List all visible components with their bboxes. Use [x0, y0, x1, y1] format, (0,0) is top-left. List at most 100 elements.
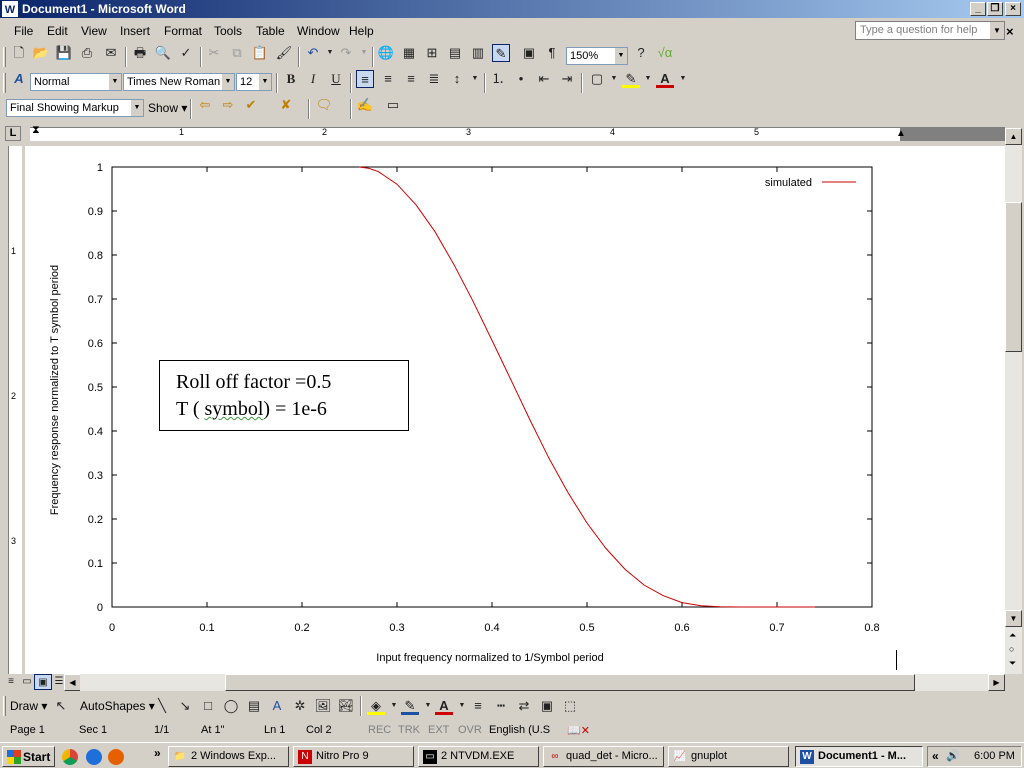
- hyperlink-icon[interactable]: 🌐: [377, 44, 395, 62]
- reject-change-icon[interactable]: ✘: [277, 96, 295, 114]
- chevron-down-icon[interactable]: ▼: [466, 70, 484, 88]
- permission-icon[interactable]: ⎙: [78, 44, 96, 62]
- styles-icon[interactable]: A: [10, 70, 28, 88]
- chrome-icon[interactable]: [62, 749, 78, 765]
- decrease-indent-icon[interactable]: ⇤: [535, 70, 553, 88]
- line-color-icon[interactable]: ✎: [401, 697, 419, 715]
- drawing-icon[interactable]: ✎: [492, 44, 510, 62]
- status-ext[interactable]: EXT: [428, 724, 449, 736]
- chevron-down-icon[interactable]: ▼: [615, 48, 627, 64]
- scroll-left-button[interactable]: ◀: [64, 674, 81, 691]
- chevron-down-icon[interactable]: ▼: [674, 70, 692, 88]
- vertical-ruler-bar[interactable]: [8, 146, 22, 674]
- toolbar-grip[interactable]: [3, 696, 6, 716]
- equation-icon[interactable]: √α: [656, 44, 674, 62]
- reviewing-pane-icon[interactable]: ▭: [384, 96, 402, 114]
- task-ntvdm[interactable]: ▭ 2 NTVDM.EXE: [418, 746, 539, 767]
- document-page[interactable]: 0 0.1 0.2 0.3 0.4 0.5 0.6 0.7 0.8 0 0.1 0.2 0.3 0.4 0.…: [25, 146, 1005, 674]
- insert-table-icon[interactable]: ⊞: [423, 44, 441, 62]
- chevron-down-icon[interactable]: ▼: [222, 74, 234, 90]
- menu-tools[interactable]: Tools: [214, 24, 242, 38]
- oval-icon[interactable]: ◯: [222, 697, 240, 715]
- browse-object-icon[interactable]: ○: [1009, 644, 1014, 654]
- bullets-icon[interactable]: •: [512, 70, 530, 88]
- font-color-icon[interactable]: A: [435, 697, 453, 715]
- chevron-down-icon[interactable]: ▼: [355, 44, 373, 62]
- task-quad-det[interactable]: ∞ quad_det - Micro...: [543, 746, 664, 767]
- arrow-style-icon[interactable]: ⇄: [515, 697, 533, 715]
- redo-icon[interactable]: ↷: [337, 44, 355, 62]
- shadow-style-icon[interactable]: ▣: [538, 697, 556, 715]
- font-combo[interactable]: Times New Roman ▼: [123, 73, 235, 91]
- insert-comment-icon[interactable]: 🗨: [315, 96, 333, 114]
- status-rec[interactable]: REC: [368, 724, 391, 736]
- borders-icon[interactable]: ▢: [588, 70, 606, 88]
- spelling-status-icon[interactable]: 📖✕: [567, 724, 590, 737]
- menu-edit[interactable]: Edit: [47, 24, 68, 38]
- menu-format[interactable]: Format: [164, 24, 202, 38]
- open-folder-icon[interactable]: 📂: [32, 44, 50, 62]
- new-document-icon[interactable]: 🗋: [10, 44, 28, 62]
- start-button[interactable]: Start: [2, 746, 55, 767]
- scroll-right-button[interactable]: ▶: [988, 674, 1005, 691]
- justify-icon[interactable]: ≣: [425, 70, 443, 88]
- clip-art-icon[interactable]: 🖼: [314, 697, 332, 715]
- numbering-icon[interactable]: ⒈: [489, 70, 507, 88]
- task-nitro-pro[interactable]: N Nitro Pro 9: [293, 746, 414, 767]
- menu-view[interactable]: View: [81, 24, 107, 38]
- print-icon[interactable]: 🖶: [131, 44, 149, 62]
- chevron-down-icon[interactable]: ▼: [131, 100, 143, 116]
- document-close-icon[interactable]: ×: [1006, 24, 1014, 39]
- spelling-icon[interactable]: ✓: [177, 44, 195, 62]
- task-document1[interactable]: W Document1 - M...: [795, 746, 923, 767]
- annotation-textbox[interactable]: Roll off factor =0.5 T ( symbol) = 1e-6: [159, 360, 409, 431]
- email-icon[interactable]: ✉: [102, 44, 120, 62]
- insert-picture-icon[interactable]: 🏞: [337, 697, 355, 715]
- chevron-down-icon[interactable]: ▼: [109, 74, 121, 90]
- dash-style-icon[interactable]: ┅: [492, 697, 510, 715]
- chevron-down-icon[interactable]: ▼: [639, 70, 657, 88]
- italic-icon[interactable]: I: [304, 70, 322, 88]
- tray-chevron[interactable]: «: [932, 749, 939, 763]
- align-right-icon[interactable]: ≡: [402, 70, 420, 88]
- first-line-indent-marker[interactable]: ⧗: [32, 124, 40, 137]
- markup-combo[interactable]: Final Showing Markup ▼: [6, 99, 144, 117]
- track-changes-icon[interactable]: ✍: [356, 96, 374, 114]
- underline-icon[interactable]: U: [327, 70, 345, 88]
- clock[interactable]: 6:00 PM: [974, 750, 1015, 762]
- horizontal-scroll-thumb[interactable]: [225, 674, 915, 691]
- zoom-combo[interactable]: 150% ▼: [566, 47, 628, 65]
- align-center-icon[interactable]: ≡: [379, 70, 397, 88]
- autoshapes-menu[interactable]: AutoShapes ▾: [80, 699, 155, 713]
- scroll-up-button[interactable]: ▲: [1005, 128, 1022, 145]
- font-color-icon[interactable]: A: [656, 70, 674, 88]
- save-icon[interactable]: 💾: [55, 44, 73, 62]
- undo-icon[interactable]: ↶: [304, 44, 322, 62]
- toolbar-grip[interactable]: [3, 47, 6, 67]
- help-icon[interactable]: ?: [632, 44, 650, 62]
- line-spacing-icon[interactable]: ↕: [448, 70, 466, 88]
- menu-file[interactable]: File: [14, 24, 33, 38]
- chevron-down-icon[interactable]: ▼: [605, 70, 623, 88]
- diagram-icon[interactable]: ✲: [291, 697, 309, 715]
- wordart-icon[interactable]: A: [268, 697, 286, 715]
- 3d-style-icon[interactable]: ⬚: [561, 697, 579, 715]
- increase-indent-icon[interactable]: ⇥: [558, 70, 576, 88]
- accept-change-icon[interactable]: ✔: [242, 96, 260, 114]
- quick-launch-chevron[interactable]: »: [154, 746, 161, 760]
- print-preview-icon[interactable]: 🔍: [154, 44, 172, 62]
- line-style-icon[interactable]: ≡: [469, 697, 487, 715]
- document-map-icon[interactable]: ▣: [520, 44, 538, 62]
- internet-explorer-icon[interactable]: [86, 749, 102, 765]
- text-box-icon[interactable]: ▤: [245, 697, 263, 715]
- task-gnuplot[interactable]: 📈 gnuplot: [668, 746, 789, 767]
- cut-icon[interactable]: ✂: [205, 44, 223, 62]
- tables-borders-icon[interactable]: ▦: [400, 44, 418, 62]
- word-app-icon[interactable]: W: [2, 1, 18, 17]
- status-trk[interactable]: TRK: [398, 724, 420, 736]
- firefox-icon[interactable]: [108, 749, 124, 765]
- restore-button[interactable]: ❐: [987, 2, 1003, 16]
- scroll-thumb[interactable]: [1005, 202, 1022, 352]
- paste-icon[interactable]: 📋: [251, 44, 269, 62]
- status-ovr[interactable]: OVR: [458, 724, 482, 736]
